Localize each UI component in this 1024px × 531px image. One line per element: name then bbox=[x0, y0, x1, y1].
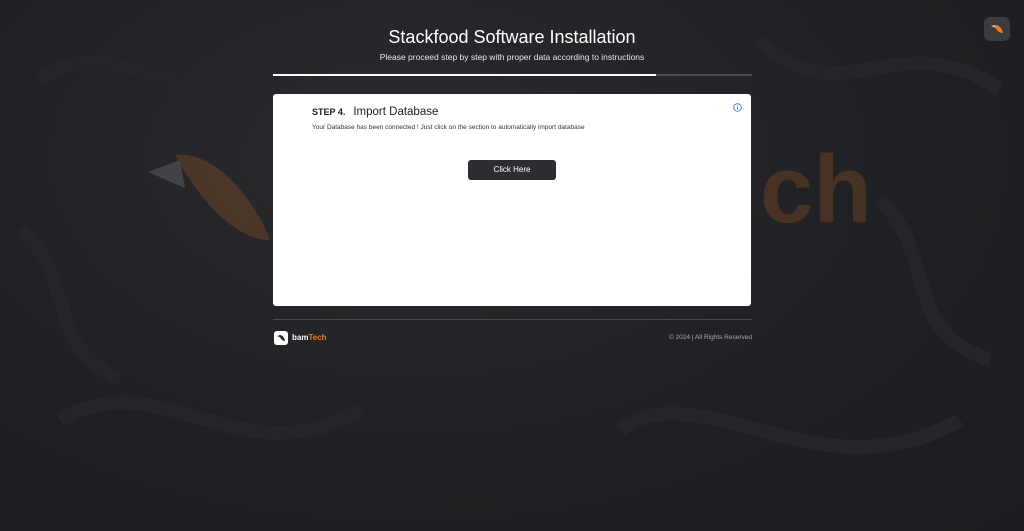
import-database-button[interactable]: Click Here bbox=[468, 160, 556, 180]
page-title: Stackfood Software Installation bbox=[388, 27, 636, 47]
footer-brand: bamTech bbox=[292, 334, 327, 342]
progress-fill bbox=[273, 74, 657, 76]
corner-logo-icon[interactable] bbox=[984, 17, 1010, 41]
footer-logo-badge bbox=[274, 331, 288, 345]
footer-brand-name: bamTech bbox=[292, 334, 327, 342]
info-icon[interactable] bbox=[733, 103, 742, 112]
step-number: STEP 4. bbox=[312, 107, 346, 117]
brand-accent: Tech bbox=[308, 333, 327, 342]
step-description: Your Database has been connected ! Just … bbox=[312, 124, 585, 131]
page-header: Stackfood Software Installation Please p… bbox=[272, 24, 752, 63]
bird-logo-icon bbox=[991, 24, 1003, 33]
footer-divider bbox=[273, 319, 752, 320]
footer-logo[interactable]: bamTech bbox=[274, 331, 327, 345]
step-heading: STEP 4. Import Database bbox=[312, 106, 438, 118]
brand-prefix: bam bbox=[292, 333, 309, 342]
step-title: Import Database bbox=[353, 106, 439, 118]
progress-bar bbox=[273, 74, 752, 76]
page-subtitle: Please proceed step by step with proper … bbox=[379, 52, 645, 62]
bird-logo-icon bbox=[277, 334, 285, 341]
step-card: STEP 4. Import Database Your Database ha… bbox=[273, 94, 751, 306]
copyright-text: © 2024 | All Rights Reserved bbox=[668, 334, 752, 341]
svg-text:ch: ch bbox=[760, 136, 872, 243]
